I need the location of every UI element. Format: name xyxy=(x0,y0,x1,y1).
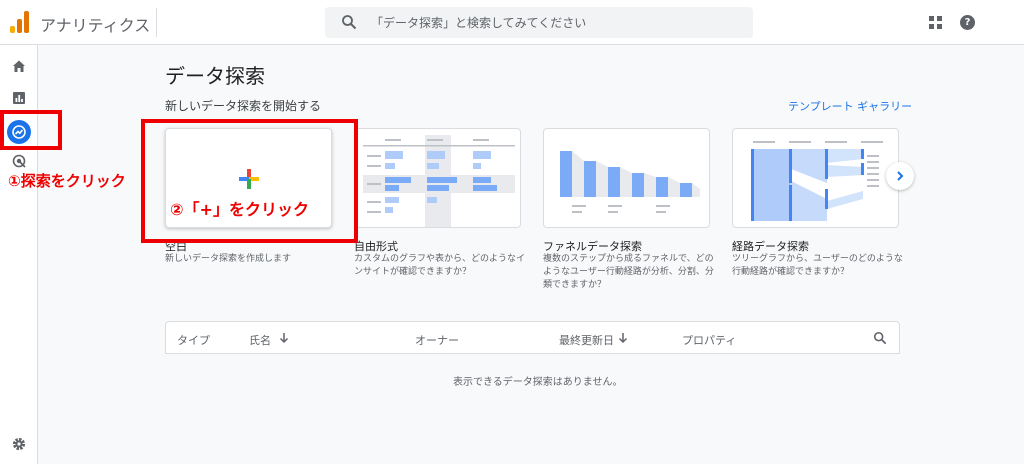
home-icon[interactable] xyxy=(11,58,27,74)
search-bar[interactable]: 「データ探索」と検索してみてください xyxy=(325,7,753,38)
template-title-funnel: ファネルデータ探索 xyxy=(543,240,642,253)
annotation-step-1: ①探索をクリック xyxy=(8,172,126,190)
column-owner[interactable]: オーナー xyxy=(415,332,459,348)
template-desc-path: ツリーグラフから、ユーザーのどのような行動経路が確認できますか？ xyxy=(732,254,903,277)
arrow-down-icon[interactable] xyxy=(617,332,629,344)
annotation-step-2: ②「+」をクリック xyxy=(170,200,309,219)
annotation-box-explore xyxy=(0,110,62,150)
funnel-thumbnail xyxy=(560,151,700,213)
top-bar: アナリティクス 「データ探索」と検索してみてください ? xyxy=(0,0,1024,45)
search-placeholder: 「データ探索」と検索してみてください xyxy=(371,16,587,30)
template-card-freeform[interactable] xyxy=(354,128,521,228)
template-desc-freeform: カスタムのグラフや表から、どのようなインサイトが確認できますか？ xyxy=(354,254,526,277)
apps-icon[interactable] xyxy=(929,16,942,29)
section-label: 新しいデータ探索を開始する xyxy=(165,99,322,113)
page-title: データ探索 xyxy=(165,64,265,88)
path-thumbnail xyxy=(751,141,883,221)
analytics-logo-icon[interactable] xyxy=(10,11,30,33)
annotation-box-plus xyxy=(141,119,358,243)
template-title-freeform: 自由形式 xyxy=(354,240,398,253)
left-nav-rail xyxy=(0,45,38,464)
reports-icon[interactable] xyxy=(11,90,27,106)
settings-icon[interactable] xyxy=(11,436,27,452)
freeform-thumbnail xyxy=(363,135,515,227)
empty-table-message: 表示できるデータ探索はありません。 xyxy=(453,377,623,388)
advertising-icon[interactable] xyxy=(11,153,27,169)
header-divider xyxy=(156,8,157,37)
column-name[interactable]: 氏名 xyxy=(249,332,271,348)
arrow-down-icon[interactable] xyxy=(278,332,290,344)
search-icon xyxy=(342,15,357,30)
template-card-funnel[interactable] xyxy=(543,128,710,228)
column-type[interactable]: タイプ xyxy=(177,332,210,348)
template-title-path: 経路データ探索 xyxy=(732,240,809,253)
column-last-modified[interactable]: 最終更新日 xyxy=(559,332,614,348)
help-icon[interactable]: ? xyxy=(960,15,975,30)
search-icon[interactable] xyxy=(873,331,887,345)
chevron-right-icon xyxy=(897,171,904,181)
template-desc-funnel: 複数のステップから成るファネルで、どのようなユーザー行動経路が分析、分割、分類で… xyxy=(543,254,714,290)
template-card-path[interactable] xyxy=(732,128,899,228)
next-templates-button[interactable] xyxy=(886,162,914,190)
template-gallery-link[interactable]: テンプレート ギャラリー xyxy=(788,98,912,114)
explorations-table-header: タイプ 氏名 オーナー 最終更新日 プロパティ xyxy=(165,321,900,354)
app-title: アナリティクス xyxy=(40,16,151,35)
column-property[interactable]: プロパティ xyxy=(682,332,736,348)
template-desc-blank: 新しいデータ探索を作成します xyxy=(165,254,292,264)
